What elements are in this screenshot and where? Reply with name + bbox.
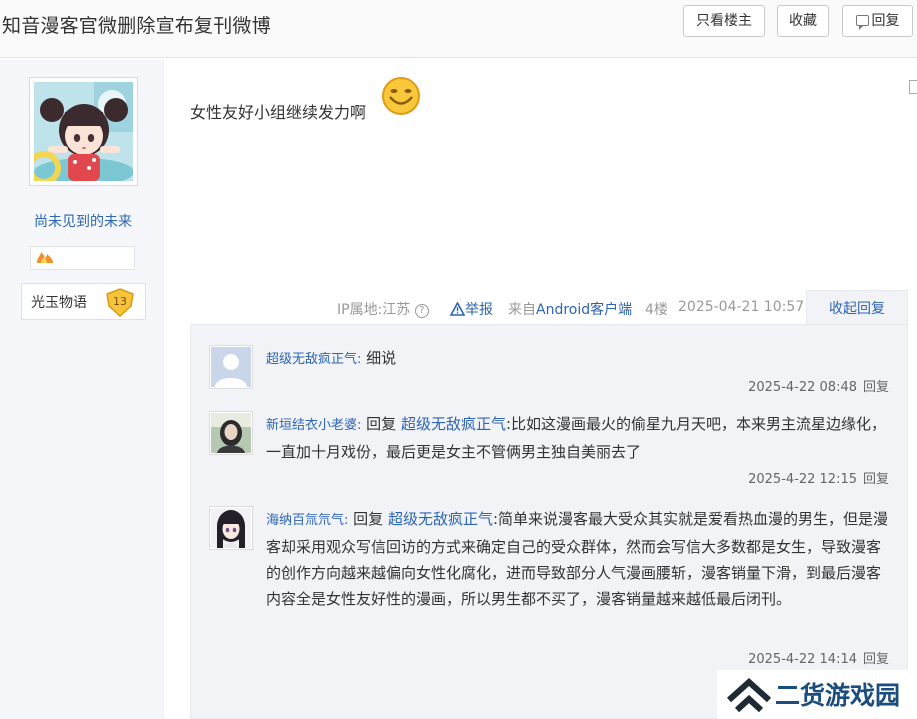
reply-prefix: 回复 — [366, 415, 397, 433]
reply-prefix: 回复 — [353, 510, 384, 528]
user-level[interactable]: 光玉物语 13 — [21, 283, 146, 320]
reply-body: 细说 — [366, 349, 397, 367]
double-chevron-logo-icon — [726, 677, 772, 713]
post-time: 2025-04-21 10:57 — [678, 299, 805, 315]
member-badge — [30, 246, 135, 270]
reply-target-user[interactable]: 超级无敌疯正气 — [401, 415, 506, 433]
report-link[interactable]: 举报 — [449, 299, 493, 319]
comment-icon — [855, 15, 869, 30]
reply-item: 超级无敌疯正气: 细说 2025-4-22 08:48 回复 — [191, 345, 909, 415]
photo-avatar-image — [211, 413, 251, 453]
reply-action-button[interactable]: 回复 — [863, 472, 889, 487]
reply-avatar[interactable] — [209, 345, 253, 389]
reply-time: 2025-4-22 08:48 — [748, 380, 857, 395]
reply-item: 新垣结衣小老婆: 回复 超级无敌疯正气:比如这漫画最火的偷星九月天吧，本来男主流… — [191, 411, 909, 507]
reply-avatar[interactable] — [209, 506, 253, 550]
reply-target-user[interactable]: 超级无敌疯正气 — [388, 510, 493, 528]
thread-title: 知音漫客官微删除宣布复刊微博 — [2, 15, 271, 37]
reply-username[interactable]: 超级无敌疯正气: — [266, 352, 361, 367]
flame-badge-icon — [37, 252, 53, 263]
reply-avatar[interactable] — [209, 411, 253, 455]
report-label: 举报 — [465, 302, 493, 318]
author-avatar[interactable] — [29, 77, 138, 186]
thread-header: 知音漫客官微删除宣布复刊微博 只看楼主 收藏 回复 — [0, 0, 917, 58]
reply-footer: 2025-4-22 08:48 回复 — [748, 376, 889, 395]
collapse-replies-button[interactable]: 收起回复 — [806, 290, 908, 328]
anime-avatar-image — [211, 508, 251, 548]
post-ip-location: IP属地:江苏 ? — [337, 299, 429, 319]
reply-username[interactable]: 海纳百氚氘气: — [266, 513, 348, 528]
reply-footer: 2025-4-22 12:15 回复 — [748, 468, 889, 487]
default-user-avatar-icon — [211, 347, 251, 387]
anime-girl-avatar-image — [34, 82, 133, 181]
reply-action-button[interactable]: 回复 — [863, 652, 889, 667]
reply-list: 超级无敌疯正气: 细说 2025-4-22 08:48 回复 新垣结衣小老婆: 回… — [190, 324, 908, 719]
reply-footer: 2025-4-22 14:14 回复 — [748, 648, 889, 667]
reply-button-label: 回复 — [871, 13, 900, 29]
site-watermark: 二货游戏园 — [717, 670, 917, 719]
smiley-emoji-icon — [382, 77, 420, 115]
only-op-button[interactable]: 只看楼主 — [683, 5, 765, 37]
help-icon[interactable]: ? — [414, 304, 429, 318]
reply-time: 2025-4-22 14:14 — [748, 652, 857, 667]
level-shield-icon: 13 — [106, 288, 134, 317]
warning-icon — [449, 301, 466, 316]
reply-action-button[interactable]: 回复 — [863, 380, 889, 395]
ip-location-text: IP属地:江苏 — [337, 302, 411, 318]
post-client: 来自Android客户端 — [508, 299, 632, 319]
post-content: 女性友好小组继续发力啊 — [190, 103, 367, 122]
reply-time: 2025-4-22 12:15 — [748, 472, 857, 487]
client-prefix: 来自 — [508, 302, 536, 318]
reply-item: 海纳百氚氘气: 回复 超级无敌疯正气:简单来说漫客最大受众其实就是爱看热血漫的男… — [191, 506, 909, 696]
side-bracket-icon — [909, 80, 917, 94]
author-sidebar: 尚未见到的未来 光玉物语 13 — [0, 59, 164, 719]
author-username[interactable]: 尚未见到的未来 — [0, 211, 166, 231]
reply-text: 新垣结衣小老婆: 回复 超级无敌疯正气:比如这漫画最火的偷星九月天吧，本来男主流… — [266, 411, 892, 465]
reply-text: 海纳百氚氘气: 回复 超级无敌疯正气:简单来说漫客最大受众其实就是爱看热血漫的男… — [266, 506, 892, 612]
reply-text: 超级无敌疯正气: 细说 — [266, 345, 892, 373]
level-number: 13 — [113, 295, 127, 308]
reply-button[interactable]: 回复 — [842, 5, 913, 37]
post-floor: 4楼 — [645, 302, 668, 318]
client-link[interactable]: Android客户端 — [536, 302, 632, 318]
level-name: 光玉物语 — [31, 295, 87, 311]
reply-username[interactable]: 新垣结衣小老婆: — [266, 418, 361, 433]
favorite-button[interactable]: 收藏 — [777, 5, 829, 37]
watermark-text: 二货游戏园 — [775, 681, 901, 710]
